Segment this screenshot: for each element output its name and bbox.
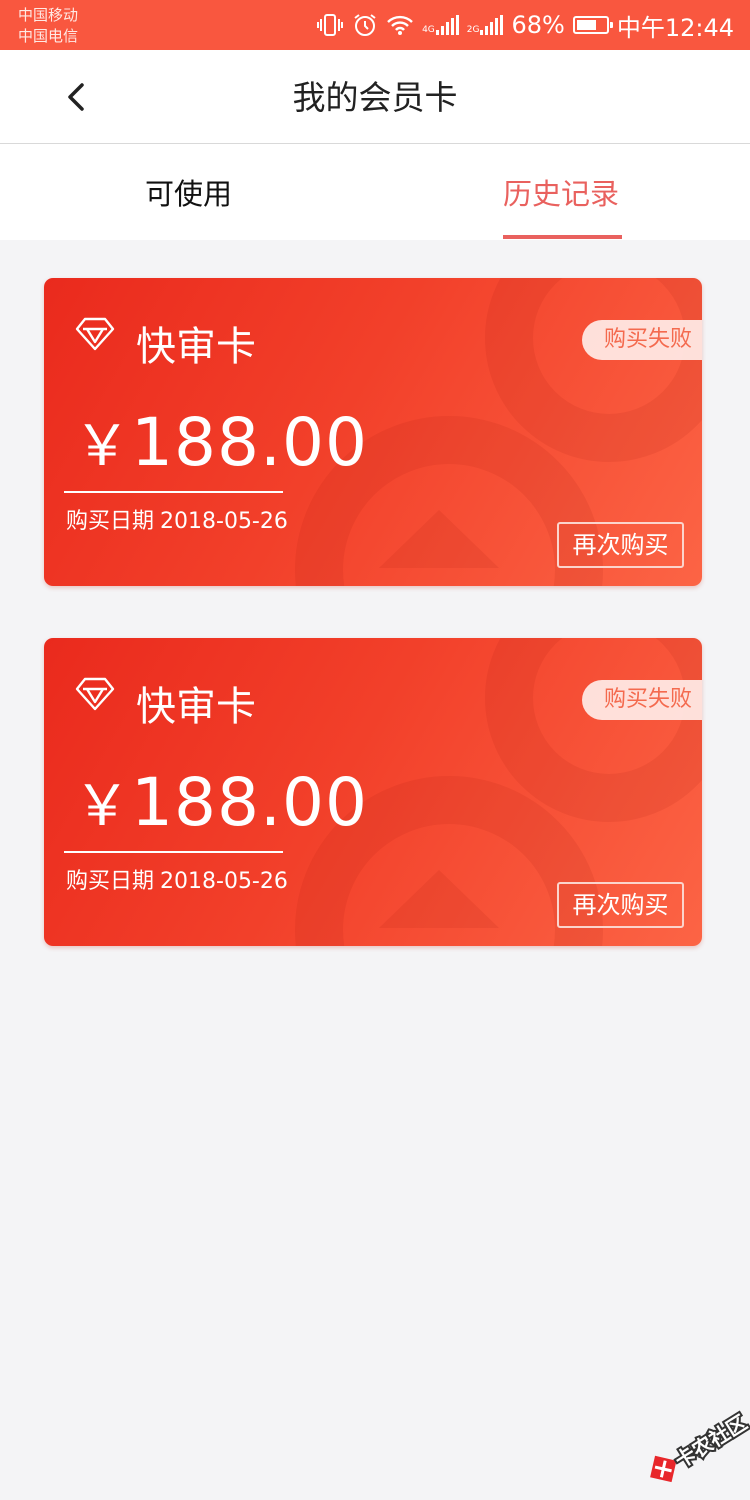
signal-icon-1: 4G: [422, 15, 459, 35]
purchase-date-label: 购买日期: [66, 509, 155, 534]
rebuy-button[interactable]: 再次购买: [557, 882, 684, 928]
membership-card: 快审卡 购买失败 ￥188.00 购买日期 2018-05-26 再次购买: [44, 638, 702, 946]
battery-percent: 68%: [511, 11, 565, 39]
purchase-date-label: 购买日期: [66, 869, 155, 894]
purchase-date-value: 2018-05-26: [160, 509, 288, 534]
chevron-left-icon: [68, 83, 84, 111]
price-divider: [64, 491, 283, 493]
network-type-1: 4G: [422, 25, 435, 35]
price-value: 188.00: [131, 404, 368, 481]
clock: 中午12:44: [616, 13, 734, 42]
diamond-icon: [74, 676, 116, 716]
tab-history[interactable]: 历史记录: [503, 144, 619, 240]
status-bar: 中国移动 中国电信 4G 2G 68% 中午12:44: [0, 0, 750, 50]
status-icons: 4G 2G 68% 中午12:44: [316, 0, 734, 50]
currency-symbol: ￥: [74, 414, 131, 479]
alarm-icon: [352, 12, 378, 38]
card-price: ￥188.00: [74, 403, 368, 487]
battery-icon: [572, 16, 613, 34]
purchase-date-value: 2018-05-26: [160, 869, 288, 894]
back-button[interactable]: [56, 70, 96, 124]
watermark-logo: 卡农社区: [640, 1408, 750, 1488]
active-tab-indicator: [503, 235, 622, 239]
price-divider: [64, 851, 283, 853]
status-badge: 购买失败: [581, 320, 702, 360]
nav-bar: 我的会员卡: [0, 50, 750, 144]
carrier-2: 中国电信: [18, 27, 79, 45]
card-name: 快审卡: [136, 684, 256, 730]
membership-card: 快审卡 购买失败 ￥188.00 购买日期 2018-05-26 再次购买: [44, 278, 702, 586]
currency-symbol: ￥: [74, 774, 131, 839]
svg-text:卡农社区: 卡农社区: [671, 1410, 750, 1473]
tab-available[interactable]: 可使用: [145, 144, 232, 240]
network-type-2: 2G: [466, 25, 480, 35]
card-name: 快审卡: [136, 324, 256, 370]
rebuy-button[interactable]: 再次购买: [557, 522, 684, 568]
card-price: ￥188.00: [74, 763, 368, 847]
vibrate-icon: [316, 13, 344, 37]
status-badge: 购买失败: [581, 680, 702, 720]
price-value: 188.00: [131, 764, 368, 841]
diamond-icon: [74, 316, 116, 356]
purchase-date: 购买日期 2018-05-26: [66, 506, 288, 538]
purchase-date: 购买日期 2018-05-26: [66, 866, 288, 898]
signal-icon-2: 2G: [467, 15, 504, 35]
page-title: 我的会员卡: [292, 78, 458, 117]
tab-bar: 可使用 历史记录: [0, 144, 750, 240]
carrier-names: 中国移动 中国电信: [18, 5, 78, 47]
wifi-icon: [386, 14, 414, 36]
carrier-1: 中国移动: [18, 6, 79, 24]
